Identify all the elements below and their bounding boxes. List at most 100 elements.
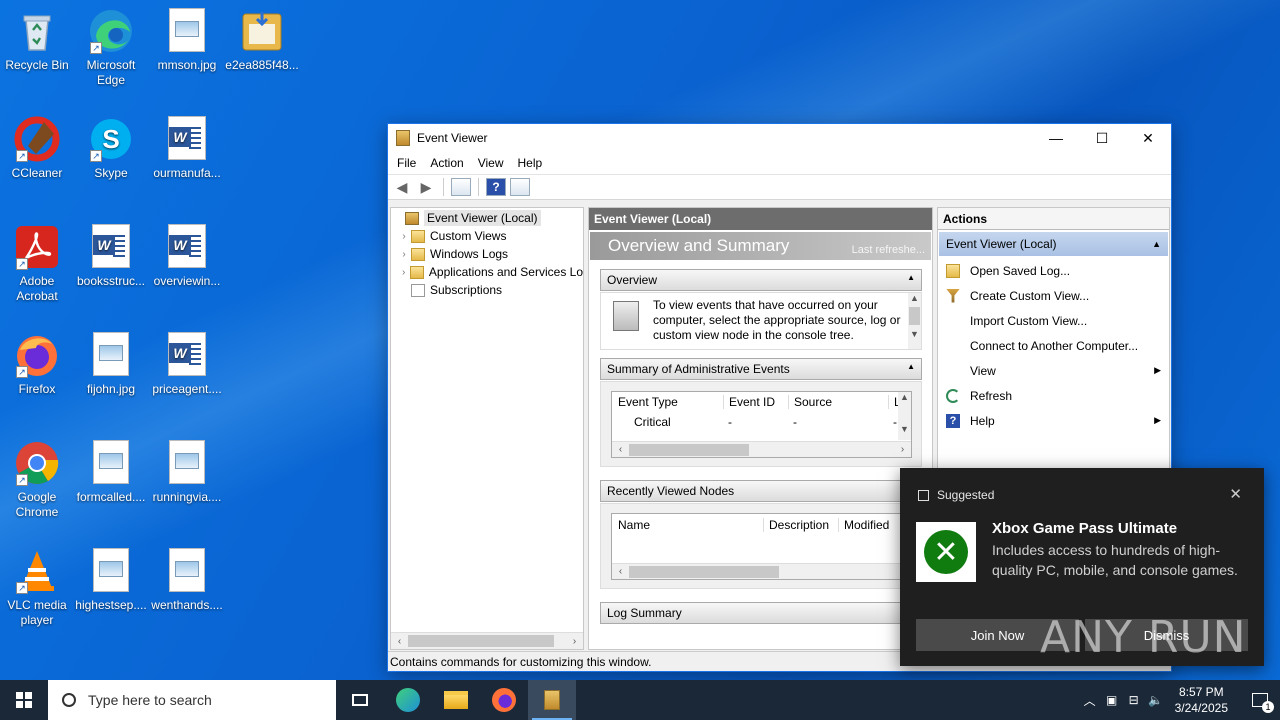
col-name[interactable]: Name xyxy=(618,518,763,532)
action-help[interactable]: ? Help ▶ xyxy=(938,408,1169,433)
desktop-icon-booksstruc[interactable]: W booksstruc... xyxy=(74,224,148,289)
desktop-icon-installer[interactable]: e2ea885f48... xyxy=(225,8,299,73)
tree-item-root[interactable]: Event Viewer (Local) xyxy=(391,209,583,227)
network-status-icon[interactable]: ▣ xyxy=(1101,693,1123,707)
console-tree: Event Viewer (Local) › Custom Views › Wi… xyxy=(390,207,584,650)
taskbar-file-explorer[interactable] xyxy=(432,680,480,720)
summary-section-header[interactable]: Summary of Administrative Events ▲ xyxy=(600,358,922,380)
firefox-icon: ↗ xyxy=(14,332,60,378)
start-button[interactable] xyxy=(0,680,48,720)
expand-icon[interactable]: › xyxy=(397,231,411,242)
recent-table[interactable]: Name Description Modified ‹ xyxy=(611,513,912,580)
installer-icon xyxy=(239,8,285,54)
task-view-button[interactable] xyxy=(336,680,384,720)
table-row[interactable]: Critical - - - xyxy=(612,412,911,432)
taskbar-event-viewer[interactable] xyxy=(528,680,576,720)
taskbar-firefox[interactable] xyxy=(480,680,528,720)
taskbar-edge[interactable] xyxy=(384,680,432,720)
taskbar-search[interactable]: Type here to search xyxy=(48,680,336,720)
help-icon[interactable]: ? xyxy=(486,178,506,196)
desktop-icon-mmson[interactable]: mmson.jpg xyxy=(150,8,224,73)
menu-help[interactable]: Help xyxy=(511,156,550,170)
recent-horizontal-scrollbar[interactable]: ‹ xyxy=(612,563,911,579)
center-header: Event Viewer (Local) xyxy=(589,208,932,230)
title-bar[interactable]: Event Viewer — ☐ ✕ xyxy=(388,124,1171,152)
notification-center-button[interactable]: 1 xyxy=(1240,680,1280,720)
desktop-icon-vlc[interactable]: ↗ VLC media player xyxy=(0,548,74,628)
scroll-left-icon[interactable]: ‹ xyxy=(391,636,408,647)
tree-item-windows-logs[interactable]: › Windows Logs xyxy=(391,245,583,263)
action-refresh[interactable]: Refresh xyxy=(938,383,1169,408)
action-view[interactable]: View ▶ xyxy=(938,358,1169,383)
desktop-icon-chrome[interactable]: ↗ Google Chrome xyxy=(0,440,74,520)
firefox-icon xyxy=(492,688,516,712)
menu-view[interactable]: View xyxy=(471,156,511,170)
scroll-right-icon[interactable]: › xyxy=(566,636,583,647)
center-pane: Event Viewer (Local) Overview and Summar… xyxy=(588,207,933,650)
collapse-icon[interactable]: ▲ xyxy=(907,273,915,287)
expand-icon[interactable]: › xyxy=(397,249,411,260)
desktop-icon-acrobat[interactable]: ↗ Adobe Acrobat xyxy=(0,224,74,304)
show-hide-tree-icon[interactable] xyxy=(451,178,471,196)
col-event-type[interactable]: Event Type xyxy=(618,395,723,409)
action-create-custom-view[interactable]: Create Custom View... xyxy=(938,283,1169,308)
tree-item-app-services-logs[interactable]: › Applications and Services Lo xyxy=(391,263,583,281)
menu-action[interactable]: Action xyxy=(423,156,470,170)
desktop-icon-recycle-bin[interactable]: Recycle Bin xyxy=(0,8,74,73)
summary-section-body: Event Type Event ID Source L Critical - … xyxy=(600,381,922,467)
summary-horizontal-scrollbar[interactable]: ‹ › xyxy=(612,441,911,457)
desktop-icon-edge[interactable]: ↗ Microsoft Edge xyxy=(74,8,148,88)
event-viewer-node-icon xyxy=(405,211,419,225)
desktop-icon-ourmanufa[interactable]: W ourmanufa... xyxy=(150,116,224,181)
desktop-icon-highestsep[interactable]: highestsep.... xyxy=(74,548,148,613)
tree-item-custom-views[interactable]: › Custom Views xyxy=(391,227,583,245)
recent-section-body: Name Description Modified ‹ xyxy=(600,503,922,589)
action-open-saved-log[interactable]: Open Saved Log... xyxy=(938,258,1169,283)
expand-icon[interactable]: › xyxy=(397,267,410,278)
desktop-icon-firefox[interactable]: ↗ Firefox xyxy=(0,332,74,397)
desktop-icon-priceagent[interactable]: W priceagent.... xyxy=(150,332,224,397)
action-import-custom-view[interactable]: Import Custom View... xyxy=(938,308,1169,333)
scroll-thumb[interactable] xyxy=(408,635,554,647)
desktop-icon-skype[interactable]: S ↗ Skype xyxy=(74,116,148,181)
folder-open-icon xyxy=(946,263,960,278)
volume-icon[interactable]: 🔈 xyxy=(1145,693,1167,707)
summary-vertical-scrollbar[interactable]: ▲ ▼ xyxy=(898,392,911,440)
desktop-icon-overviewin[interactable]: W overviewin... xyxy=(150,224,224,289)
summary-table[interactable]: Event Type Event ID Source L Critical - … xyxy=(611,391,912,458)
task-view-icon xyxy=(352,694,368,706)
forward-icon[interactable]: ▶ xyxy=(416,178,436,196)
clock[interactable]: 8:57 PM 3/24/2025 xyxy=(1175,684,1228,716)
overview-scrollbar[interactable]: ▲ ▼ xyxy=(908,293,921,349)
recent-section-header[interactable]: Recently Viewed Nodes xyxy=(600,480,922,502)
desktop-icon-fijohn[interactable]: fijohn.jpg xyxy=(74,332,148,397)
maximize-button[interactable]: ☐ xyxy=(1079,124,1125,152)
folder-icon xyxy=(444,691,468,709)
toast-close-icon[interactable]: ✕ xyxy=(1229,485,1242,503)
col-event-id[interactable]: Event ID xyxy=(723,395,788,409)
tree-item-subscriptions[interactable]: Subscriptions xyxy=(391,281,583,299)
menu-file[interactable]: File xyxy=(390,156,423,170)
collapse-icon[interactable]: ▲ xyxy=(1152,239,1161,249)
taskbar: Type here to search ︿ ▣ ⊟ 🔈 8:57 PM 3/24… xyxy=(0,680,1280,720)
desktop-icon-wenthands[interactable]: wenthands.... xyxy=(150,548,224,613)
col-source[interactable]: Source xyxy=(788,395,888,409)
minimize-button[interactable]: — xyxy=(1033,124,1079,152)
overview-section-header[interactable]: Overview ▲ xyxy=(600,269,922,291)
show-hide-action-pane-icon[interactable] xyxy=(510,178,530,196)
xbox-logo-icon: ✕ xyxy=(916,522,976,582)
desktop-icon-formcalled[interactable]: formcalled.... xyxy=(74,440,148,505)
tree-horizontal-scrollbar[interactable]: ‹ › xyxy=(391,632,583,649)
desktop-icon-ccleaner[interactable]: ↗ CCleaner xyxy=(0,116,74,181)
chevron-up-icon[interactable]: ︿ xyxy=(1079,692,1101,709)
collapse-icon[interactable]: ▲ xyxy=(907,362,915,376)
network-icon[interactable]: ⊟ xyxy=(1123,693,1145,707)
desktop-icon-runningvia[interactable]: runningvia.... xyxy=(150,440,224,505)
actions-group-header[interactable]: Event Viewer (Local) ▲ xyxy=(939,232,1168,256)
close-button[interactable]: ✕ xyxy=(1125,124,1171,152)
action-connect-computer[interactable]: Connect to Another Computer... xyxy=(938,333,1169,358)
back-icon[interactable]: ◀ xyxy=(392,178,412,196)
col-description[interactable]: Description xyxy=(763,518,838,532)
col-modified[interactable]: Modified xyxy=(838,518,889,532)
log-summary-section-header[interactable]: Log Summary xyxy=(600,602,922,624)
